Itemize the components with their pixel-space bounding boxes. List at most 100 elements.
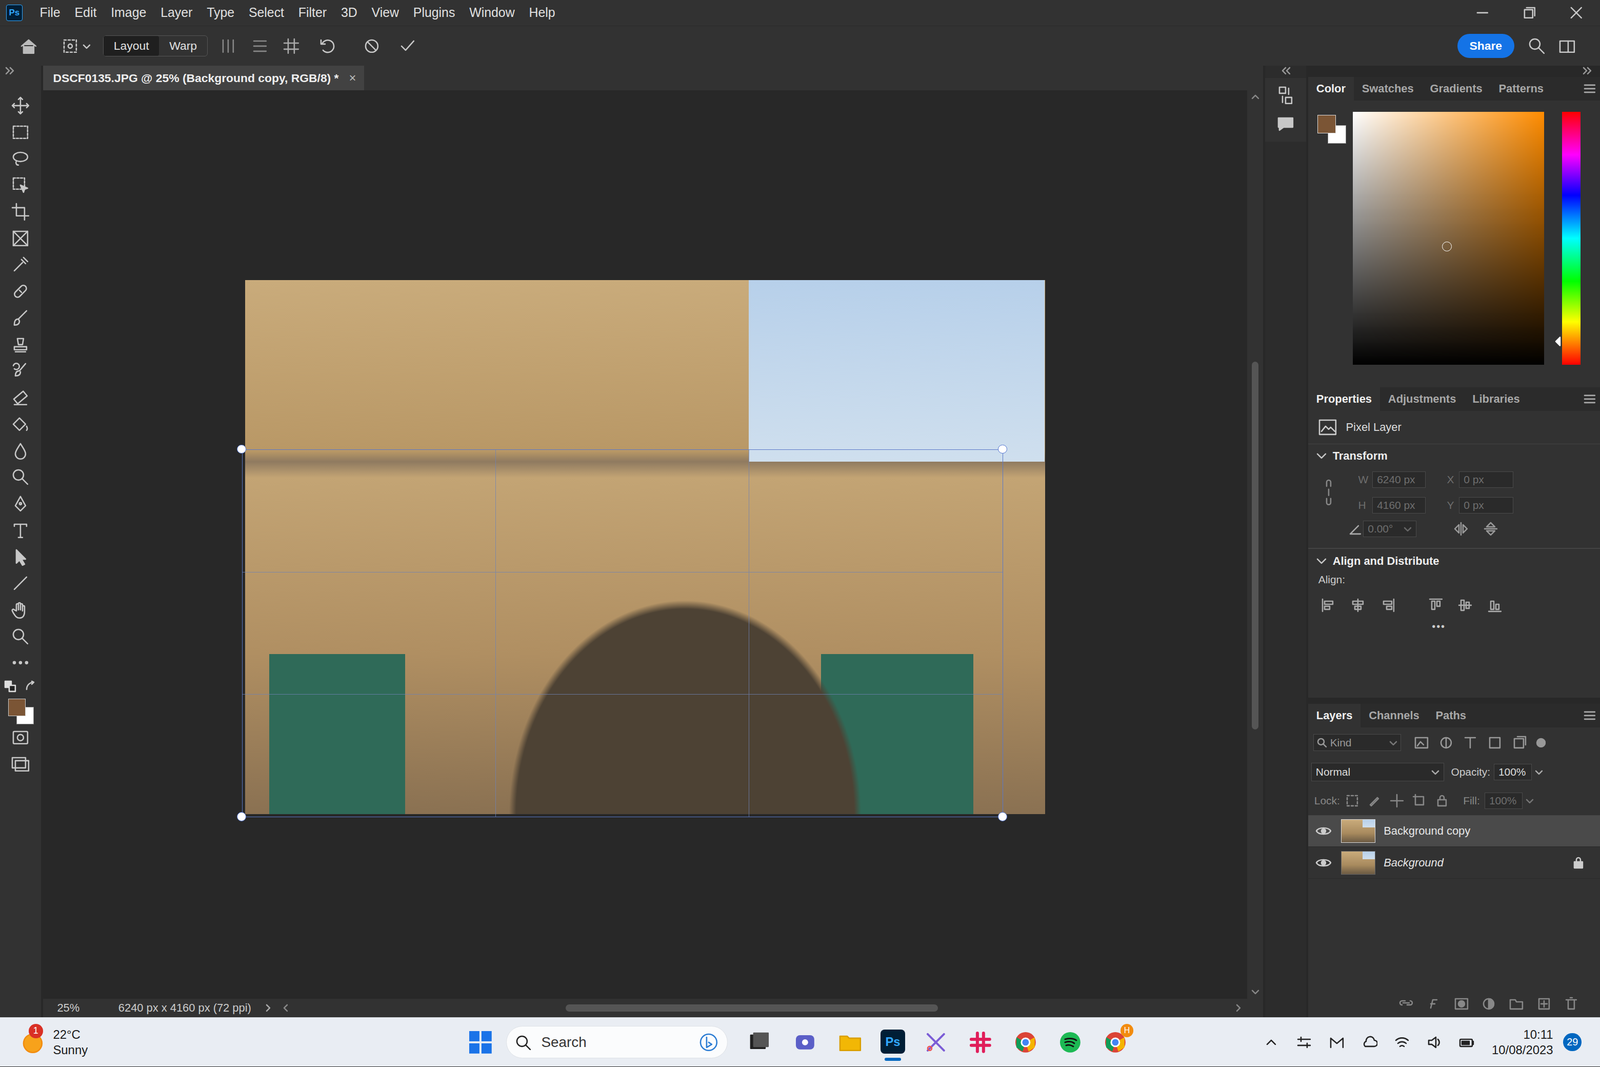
align-top-icon[interactable]	[1427, 596, 1445, 614]
transform-field[interactable]: 0 px	[1458, 496, 1513, 514]
visibility-eye-icon[interactable]	[1315, 822, 1332, 839]
split-vertical-icon[interactable]	[217, 35, 239, 57]
delete-layer-icon[interactable]	[1563, 995, 1580, 1012]
frame-tool-icon[interactable]	[10, 225, 31, 252]
taskbar-search[interactable]: Search	[506, 1025, 728, 1059]
crop-tool-icon[interactable]	[10, 198, 31, 226]
comments-panel-icon[interactable]	[1274, 112, 1297, 136]
angle-field[interactable]: 0.00°	[1363, 520, 1416, 537]
history-panel-icon[interactable]	[1274, 84, 1297, 107]
volume-icon[interactable]	[1426, 1033, 1444, 1051]
cancel-icon[interactable]	[361, 35, 383, 57]
panel-foreground-swatch[interactable]	[1317, 114, 1336, 134]
hand-tool-icon[interactable]	[10, 596, 31, 624]
expand-icon[interactable]	[1279, 65, 1292, 76]
move-tool-icon[interactable]	[10, 92, 31, 119]
dropdown-icon[interactable]	[80, 35, 93, 57]
panel-tab[interactable]: Adjustments	[1380, 387, 1465, 411]
brush-tool-icon[interactable]	[10, 304, 31, 332]
layer-row[interactable]: Background copy	[1308, 815, 1600, 848]
panel-tab[interactable]: Properties	[1308, 387, 1380, 411]
menu-item[interactable]: Plugins	[406, 5, 463, 20]
scroll-right-icon[interactable]	[1232, 1001, 1244, 1014]
lock-transparent-icon[interactable]	[1345, 793, 1360, 808]
panel-tab[interactable]: Paths	[1427, 703, 1475, 728]
object-select-icon[interactable]	[10, 171, 31, 199]
share-button[interactable]: Share	[1457, 33, 1515, 58]
line-tool-icon[interactable]	[10, 569, 31, 597]
dropdown-icon[interactable]	[1403, 524, 1412, 533]
panel-tab[interactable]: Libraries	[1464, 387, 1528, 411]
menu-item[interactable]: View	[364, 5, 407, 20]
gmail-tray-icon[interactable]	[1328, 1033, 1346, 1051]
file-explorer-icon[interactable]	[837, 1029, 863, 1055]
menu-item[interactable]: Edit	[67, 5, 105, 20]
transform-header[interactable]: Transform	[1308, 444, 1600, 469]
marquee-tool-icon[interactable]	[10, 118, 31, 146]
menu-item[interactable]: Layer	[153, 5, 200, 20]
teams-icon[interactable]	[792, 1029, 818, 1055]
new-layer-icon[interactable]	[1535, 995, 1553, 1012]
lasso-tool-icon[interactable]	[10, 145, 31, 173]
dropdown-icon[interactable]	[1531, 764, 1547, 779]
history-brush-icon[interactable]	[10, 357, 31, 385]
tray-overflow-icon[interactable]	[1263, 1033, 1280, 1051]
screen-mode-icon[interactable]	[10, 751, 31, 778]
close-tab-button[interactable]: ×	[348, 70, 356, 86]
menu-item[interactable]: File	[32, 5, 68, 20]
chrome-profile-button[interactable]: H	[1103, 1029, 1128, 1055]
lock-pixels-icon[interactable]	[1367, 793, 1382, 808]
menu-item[interactable]: Help	[522, 5, 563, 20]
start-icon[interactable]	[467, 1028, 494, 1056]
dropdown-icon[interactable]	[1431, 767, 1440, 776]
wifi-icon[interactable]	[1393, 1033, 1411, 1051]
crop-handle[interactable]	[236, 811, 247, 822]
layer-row[interactable]: Background	[1308, 846, 1600, 879]
pen-tool-icon[interactable]	[10, 490, 31, 517]
lock-artboard-icon[interactable]	[1412, 793, 1427, 808]
home-icon[interactable]	[18, 35, 39, 57]
lock-position-icon[interactable]	[1389, 793, 1405, 808]
flip-horizontal-icon[interactable]	[1452, 520, 1470, 537]
new-group-icon[interactable]	[1508, 995, 1525, 1012]
zoom-level[interactable]: 25%	[56, 1001, 80, 1015]
filter-pixel-icon[interactable]	[1413, 734, 1430, 751]
panel-tab[interactable]: Gradients	[1422, 76, 1491, 101]
hue-slider[interactable]	[1562, 111, 1581, 365]
canvas[interactable]	[43, 90, 1248, 999]
panel-tab[interactable]: Channels	[1360, 703, 1428, 728]
panel-tab[interactable]: Swatches	[1353, 76, 1423, 101]
lock-all-icon[interactable]	[1434, 793, 1450, 808]
menu-item[interactable]: Filter	[291, 5, 334, 20]
blend-mode-select[interactable]: Normal	[1311, 762, 1445, 782]
snipping-tool-icon[interactable]	[923, 1029, 949, 1055]
onedrive-icon[interactable]	[1361, 1033, 1378, 1051]
dropdown-icon[interactable]	[1522, 793, 1537, 808]
align-header[interactable]: Align and Distribute	[1308, 548, 1600, 574]
flip-vertical-icon[interactable]	[1482, 520, 1499, 537]
settings-tray-icon[interactable]	[1295, 1033, 1313, 1051]
mode-button[interactable]: Layout	[103, 35, 159, 56]
menu-item[interactable]: Type	[199, 5, 242, 20]
color-field[interactable]	[1352, 111, 1544, 365]
crop-handle[interactable]	[236, 444, 247, 454]
minimize-icon[interactable]	[1458, 0, 1507, 26]
menu-item[interactable]: Window	[462, 5, 522, 20]
layer-style-icon[interactable]	[1425, 995, 1443, 1012]
commit-icon[interactable]	[397, 35, 418, 57]
weather-widget[interactable]: 122°CSunny	[0, 1026, 450, 1058]
reset-icon[interactable]	[316, 35, 338, 57]
paint-bucket-icon[interactable]	[10, 410, 31, 438]
add-mask-icon[interactable]	[1453, 995, 1470, 1012]
crop-handle[interactable]	[997, 811, 1008, 822]
default-colors-icon[interactable]	[4, 680, 17, 693]
status-menu-icon[interactable]	[263, 1001, 274, 1014]
close-window-icon[interactable]	[1552, 0, 1600, 26]
healing-brush-icon[interactable]	[10, 277, 31, 305]
color-picker-marker[interactable]	[1442, 241, 1453, 252]
slack-icon[interactable]	[968, 1029, 993, 1055]
battery-icon[interactable]	[1458, 1033, 1476, 1051]
panel-menu-icon[interactable]	[1579, 387, 1600, 411]
split-horizontal-icon[interactable]	[249, 35, 271, 57]
filter-shape-icon[interactable]	[1486, 734, 1504, 751]
